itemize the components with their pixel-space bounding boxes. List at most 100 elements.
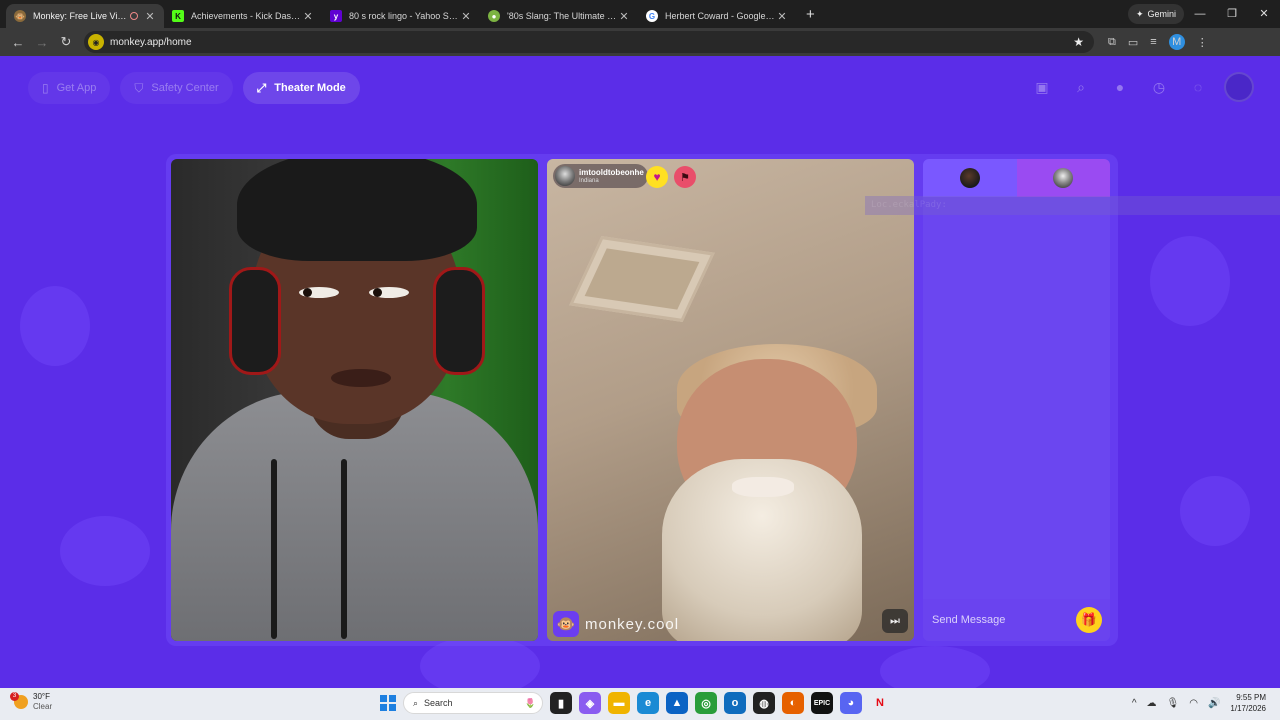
system-tray: ^ ☁ 🎙 ◠ 🔊 9:55 PM 1/17/2026 <box>1132 692 1266 714</box>
messages-icon[interactable]: ◌ <box>1185 74 1211 100</box>
menu-kebab-icon[interactable]: ⋮ <box>1197 36 1208 49</box>
background-blob <box>1180 476 1250 546</box>
close-tab-icon[interactable]: ✕ <box>776 10 788 23</box>
epic-games-icon[interactable]: EPIC <box>811 692 833 714</box>
search-icon[interactable]: ⌕ <box>1068 74 1094 100</box>
toolbar-actions: ⧉ ▭ ≡ M ⋮ <box>1108 34 1208 50</box>
skip-next-icon[interactable]: ⏭ <box>882 609 908 633</box>
remote-video: imtooldtobeonhe Indiana ♥ ⚑ 🐵 monkey.coo… <box>547 159 914 641</box>
browser-tab-strip: 🐵 Monkey: Free Live Video Ch ✕ K Achieve… <box>0 0 1280 28</box>
clock[interactable]: 9:55 PM 1/17/2026 <box>1230 692 1266 714</box>
microphone-icon[interactable]: 🎙 <box>1167 698 1180 709</box>
tab-kick[interactable]: K Achievements - Kick Dashboard ✕ <box>164 4 322 28</box>
chat-participant-tabs <box>923 159 1110 197</box>
search-icon: ⌕ <box>413 697 419 708</box>
taskbar-search[interactable]: ⌕ Search 🌷 <box>403 692 543 714</box>
ghost-overlay-bar: Loc.eckalPady: <box>865 196 1280 215</box>
get-app-button[interactable]: ▯ Get App <box>28 72 111 104</box>
yahoo-favicon-icon: y <box>330 10 342 22</box>
watermark-text: monkey.cool <box>585 615 680 633</box>
google-favicon-icon: G <box>646 10 658 22</box>
close-tab-icon[interactable]: ✕ <box>618 10 630 23</box>
history-icon[interactable]: ◷ <box>1146 74 1172 100</box>
windows-taskbar: 3 30°F Clear ⌕ Search 🌷 ▮ ◈ ▬ e ▲ ◎ o ◍ … <box>0 688 1280 720</box>
local-mouth <box>331 369 391 387</box>
chat-tab-partner[interactable] <box>1016 159 1110 197</box>
top-right-icons: ▣ ⌕ ● ◷ ◌ <box>1029 72 1254 102</box>
chrome-icon[interactable]: ◎ <box>695 692 717 714</box>
outlook-icon[interactable]: o <box>724 692 746 714</box>
shop-icon[interactable]: ▣ <box>1029 74 1055 100</box>
close-window-icon[interactable]: ✕ <box>1248 0 1280 28</box>
address-bar[interactable]: ◉ monkey.app/home ★ <box>84 31 1094 53</box>
chevron-up-icon[interactable]: ^ <box>1132 698 1137 709</box>
minimize-icon[interactable]: — <box>1184 0 1216 28</box>
tab-80s-slang[interactable]: ● '80s Slang: The Ultimate Guide ✕ <box>480 4 638 28</box>
monkey-favicon-icon: 🐵 <box>14 10 26 22</box>
tab-yahoo[interactable]: y 80 s rock lingo - Yahoo Search ✕ <box>322 4 480 28</box>
participant-avatar <box>1053 168 1074 188</box>
send-message-input[interactable] <box>932 614 1062 626</box>
site-favicon-icon: ● <box>488 10 500 22</box>
reload-icon[interactable]: ↻ <box>54 30 78 54</box>
restore-icon[interactable]: ❐ <box>1216 0 1248 28</box>
cast-icon[interactable]: ▭ <box>1128 36 1138 49</box>
background-blob <box>880 646 990 688</box>
kick-favicon-icon: K <box>172 10 184 22</box>
copilot-icon[interactable]: ◈ <box>579 692 601 714</box>
clock-date: 1/17/2026 <box>1230 704 1266 713</box>
notification-badge: 3 <box>10 692 19 701</box>
user-avatar[interactable] <box>1224 72 1254 102</box>
tab-title: Monkey: Free Live Video Ch <box>33 11 130 21</box>
weather-widget[interactable]: 3 30°F Clear <box>10 692 52 712</box>
hoodie-drawstring <box>341 459 347 639</box>
back-icon[interactable]: ← <box>6 30 30 54</box>
weather-sun-icon: 3 <box>10 692 28 709</box>
close-tab-icon[interactable]: ✕ <box>144 10 156 23</box>
extensions-icon[interactable]: ⧉ <box>1108 36 1116 49</box>
top-nav-buttons: ▯ Get App ⛉ Safety Center ⤢ Theater Mode <box>28 72 360 104</box>
report-icon[interactable]: ⚑ <box>674 166 696 188</box>
close-tab-icon[interactable]: ✕ <box>302 10 314 23</box>
forward-icon[interactable]: → <box>30 30 54 54</box>
get-app-label: Get App <box>56 82 97 94</box>
friends-icon[interactable]: ● <box>1107 74 1133 100</box>
windows-start-icon[interactable] <box>380 695 396 711</box>
edge-icon[interactable]: e <box>637 692 659 714</box>
volume-icon[interactable]: 🔊 <box>1208 698 1220 709</box>
wifi-icon[interactable]: ◠ <box>1189 698 1198 709</box>
gift-icon[interactable]: 🎁 <box>1076 607 1102 633</box>
theater-mode-button[interactable]: ⤢ Theater Mode <box>242 72 360 104</box>
safety-center-button[interactable]: ⛉ Safety Center <box>120 72 233 104</box>
firefox-icon[interactable]: ◐ <box>782 692 804 714</box>
netflix-icon[interactable]: N <box>869 692 891 714</box>
bookmark-star-icon[interactable]: ★ <box>1073 35 1084 49</box>
gemini-button[interactable]: ✦ Gemini <box>1127 4 1184 24</box>
site-info-icon[interactable]: ◉ <box>88 34 104 50</box>
tab-title: '80s Slang: The Ultimate Guide <box>507 11 618 21</box>
discord-icon[interactable]: ◕ <box>840 692 862 714</box>
photos-icon[interactable]: ▲ <box>666 692 688 714</box>
chat-panel: 🎁 <box>923 159 1110 641</box>
file-explorer-icon[interactable]: ▬ <box>608 692 630 714</box>
terminal-icon[interactable]: ▮ <box>550 692 572 714</box>
clock-time: 9:55 PM <box>1236 693 1266 702</box>
media-controls-icon[interactable]: ≡ <box>1150 36 1156 48</box>
window-controls: — ❐ ✕ <box>1184 0 1280 28</box>
browser-toolbar: ← → ↻ ◉ monkey.app/home ★ ⧉ ▭ ≡ M ⋮ <box>0 28 1280 56</box>
heart-icon[interactable]: ♥ <box>646 166 668 188</box>
obs-icon[interactable]: ◍ <box>753 692 775 714</box>
local-eye-right <box>369 287 409 298</box>
phone-icon: ▯ <box>42 81 49 95</box>
expand-icon: ⤢ <box>256 80 267 95</box>
headphone-left <box>229 267 281 375</box>
close-tab-icon[interactable]: ✕ <box>460 10 472 23</box>
tab-google[interactable]: G Herbert Coward - Google Search ✕ <box>638 4 796 28</box>
onedrive-icon[interactable]: ☁ <box>1147 698 1157 709</box>
profile-avatar[interactable]: M <box>1168 34 1185 50</box>
new-tab-button[interactable]: + <box>806 4 815 28</box>
shield-icon: ⛉ <box>134 80 144 95</box>
remote-user-chip[interactable]: imtooldtobeonhe Indiana <box>553 164 648 188</box>
chat-tab-self[interactable] <box>923 159 1017 197</box>
tab-monkey[interactable]: 🐵 Monkey: Free Live Video Ch ✕ <box>6 4 164 28</box>
